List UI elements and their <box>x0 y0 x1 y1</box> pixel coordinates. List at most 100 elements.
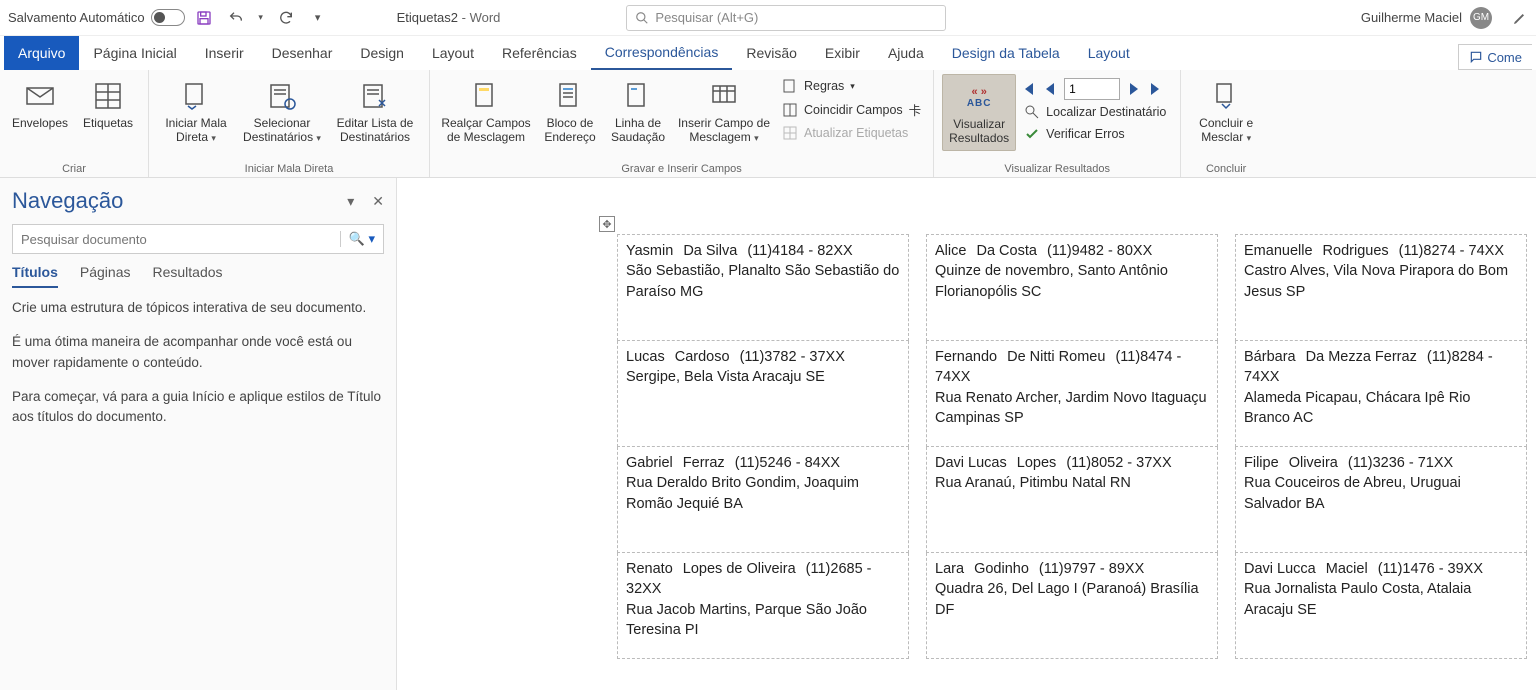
document-area[interactable]: ✥ Yasmin Da Silva (11)4184 - 82XXSão Seb… <box>397 178 1536 690</box>
edit-list-icon <box>357 78 393 114</box>
check-errors-icon <box>1024 126 1040 142</box>
table-move-handle[interactable]: ✥ <box>599 216 615 232</box>
selecionar-dest-label: Selecionar Destinatários ▾ <box>241 116 323 145</box>
label-cell[interactable]: Bárbara Da Mezza Ferraz (11)8284 - 74XXA… <box>1236 341 1527 447</box>
main-area: Navegação ▾ ✕ 🔍 ▾ Títulos Páginas Result… <box>0 178 1536 690</box>
preview-results-button[interactable]: « » ABC Visualizar Resultados <box>942 74 1016 151</box>
label-cell[interactable]: Lara Godinho (11)9797 - 89XXQuadra 26, D… <box>927 553 1218 659</box>
first-record-icon[interactable] <box>1020 81 1036 97</box>
tab-help[interactable]: Ajuda <box>874 36 938 70</box>
redo-button[interactable] <box>273 5 299 31</box>
search-placeholder-text: Pesquisar (Alt+G) <box>655 10 758 25</box>
comments-label: Come <box>1487 50 1522 65</box>
label-cell[interactable]: Gabriel Ferraz (11)5246 - 84XXRua Derald… <box>618 447 909 553</box>
tab-view[interactable]: Exibir <box>811 36 874 70</box>
nav-search-icon[interactable]: 🔍 ▾ <box>340 231 375 247</box>
tab-design[interactable]: Design <box>346 36 418 70</box>
search-box[interactable]: Pesquisar (Alt+G) <box>626 5 946 31</box>
mailmerge-icon <box>178 78 214 114</box>
label-cell[interactable]: Yasmin Da Silva (11)4184 - 82XXSão Sebas… <box>618 235 909 341</box>
group-mala-direta: Iniciar Mala Direta ▾ Selecionar Destina… <box>149 70 430 177</box>
iniciar-mala-button[interactable]: Iniciar Mala Direta ▾ <box>157 74 235 149</box>
localizar-button[interactable]: Localizar Destinatário <box>1020 102 1172 122</box>
recipients-icon <box>264 78 300 114</box>
label-cell[interactable]: Davi Lucas Lopes (11)8052 - 37XXRua Aran… <box>927 447 1218 553</box>
group-label-criar: Criar <box>8 161 140 177</box>
navigation-pane: Navegação ▾ ✕ 🔍 ▾ Títulos Páginas Result… <box>0 178 397 690</box>
app-sep: - <box>458 10 470 25</box>
record-navigation <box>1020 78 1172 100</box>
group-campos: Realçar Campos de Mesclagem Bloco de End… <box>430 70 934 177</box>
qat-customize[interactable]: ▾ <box>305 5 331 31</box>
highlight-fields-icon <box>468 78 504 114</box>
ribbon-tab-strip: Arquivo Página Inicial Inserir Desenhar … <box>0 36 1536 70</box>
rules-icon <box>782 78 798 94</box>
autosave-control[interactable]: Salvamento Automático <box>8 9 185 26</box>
last-record-icon[interactable] <box>1148 81 1164 97</box>
realcar-button[interactable]: Realçar Campos de Mesclagem <box>438 74 534 149</box>
regras-label: Regras <box>804 79 844 93</box>
nav-search-input[interactable]: 🔍 ▾ <box>12 224 384 254</box>
tab-review[interactable]: Revisão <box>732 36 811 70</box>
label-cell[interactable]: Lucas Cardoso (11)3782 - 37XXSergipe, Be… <box>618 341 909 447</box>
bloco-button[interactable]: Bloco de Endereço <box>538 74 602 149</box>
nav-hint-1: Crie uma estrutura de tópicos interativa… <box>12 298 384 318</box>
insert-field-icon <box>706 78 742 114</box>
undo-button[interactable] <box>223 5 249 31</box>
save-button[interactable] <box>191 5 217 31</box>
label-cell[interactable]: Davi Lucca Maciel (11)1476 - 39XXRua Jor… <box>1236 553 1527 659</box>
tab-file[interactable]: Arquivo <box>4 36 79 70</box>
inserir-campo-label: Inserir Campo de Mesclagem ▾ <box>676 116 772 145</box>
tab-references[interactable]: Referências <box>488 36 591 70</box>
concluir-button[interactable]: Concluir e Mesclar ▾ <box>1189 74 1263 149</box>
coincidir-label: Coincidir Campos <box>804 103 903 117</box>
label-cell[interactable]: Filipe Oliveira (11)3236 - 71XXRua Couce… <box>1236 447 1527 553</box>
etiquetas-button[interactable]: Etiquetas <box>76 74 140 134</box>
tab-mailings[interactable]: Correspondências <box>591 36 733 70</box>
user-account[interactable]: Guilherme Maciel GM <box>1361 7 1492 29</box>
group-label-campos: Gravar e Inserir Campos <box>438 161 925 177</box>
nav-tab-paginas[interactable]: Páginas <box>80 264 131 288</box>
realcar-label: Realçar Campos de Mesclagem <box>440 116 532 145</box>
tab-layout[interactable]: Layout <box>418 36 488 70</box>
tab-table-design[interactable]: Design da Tabela <box>938 36 1074 70</box>
label-cell[interactable]: Renato Lopes de Oliveira (11)2685 - 32XX… <box>618 553 909 659</box>
label-cell[interactable]: Alice Da Costa (11)9482 - 80XXQuinze de … <box>927 235 1218 341</box>
nav-search-field[interactable] <box>21 232 340 247</box>
nav-tab-titulos[interactable]: Títulos <box>12 264 58 288</box>
draw-mode-icon[interactable] <box>1512 10 1528 26</box>
prev-record-icon[interactable] <box>1042 81 1058 97</box>
nav-options-dropdown[interactable]: ▾ <box>347 193 354 210</box>
tab-draw[interactable]: Desenhar <box>258 36 347 70</box>
atualizar-button: Atualizar Etiquetas <box>778 123 925 143</box>
concluir-label: Concluir e Mesclar ▾ <box>1191 116 1261 145</box>
label-cell[interactable]: Fernando De Nitti Romeu (11)8474 - 74XXR… <box>927 341 1218 447</box>
nav-title: Navegação <box>12 188 123 214</box>
autosave-toggle-icon[interactable] <box>151 9 185 26</box>
comments-button[interactable]: Come <box>1458 44 1532 70</box>
tab-insert[interactable]: Inserir <box>191 36 258 70</box>
tab-home[interactable]: Página Inicial <box>79 36 190 70</box>
next-record-icon[interactable] <box>1126 81 1142 97</box>
envelopes-button[interactable]: Envelopes <box>8 74 72 134</box>
group-label-concluir: Concluir <box>1189 161 1263 177</box>
nav-hint-2: É uma ótima maneira de acompanhar onde v… <box>12 332 384 373</box>
nav-pane-header: Navegação ▾ ✕ <box>12 188 384 214</box>
nav-tab-resultados[interactable]: Resultados <box>152 264 222 288</box>
record-number-input[interactable] <box>1064 78 1120 100</box>
address-block-icon <box>552 78 588 114</box>
linha-button[interactable]: Linha de Saudação <box>606 74 670 149</box>
editar-lista-button[interactable]: Editar Lista de Destinatários <box>329 74 421 149</box>
search-icon <box>635 11 649 25</box>
title-bar: Salvamento Automático ▾ ▾ Etiquetas2 - W… <box>0 0 1536 36</box>
tab-table-layout[interactable]: Layout <box>1074 36 1144 70</box>
nav-body-text: Crie uma estrutura de tópicos interativa… <box>12 298 384 441</box>
selecionar-dest-button[interactable]: Selecionar Destinatários ▾ <box>239 74 325 149</box>
coincidir-button[interactable]: Coincidir Campos 卡 <box>778 98 925 121</box>
undo-dropdown[interactable]: ▾ <box>255 5 267 31</box>
label-cell[interactable]: Emanuelle Rodrigues (11)8274 - 74XXCastr… <box>1236 235 1527 341</box>
inserir-campo-button[interactable]: Inserir Campo de Mesclagem ▾ <box>674 74 774 149</box>
nav-close-button[interactable]: ✕ <box>372 193 384 210</box>
regras-button[interactable]: Regras ▾ <box>778 76 925 96</box>
verificar-button[interactable]: Verificar Erros <box>1020 124 1172 144</box>
